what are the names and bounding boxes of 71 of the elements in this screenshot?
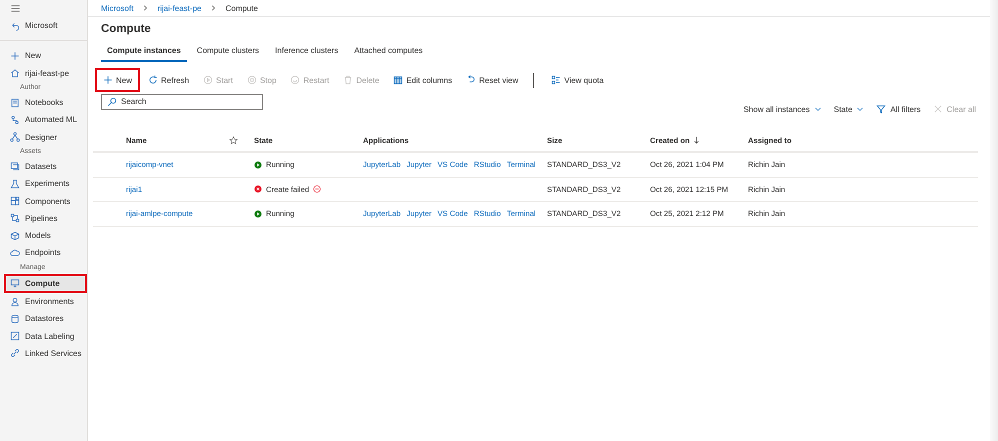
sort-down-arrow-icon (694, 136, 699, 144)
columns-icon (393, 75, 404, 85)
sidebar-item[interactable]: Automated ML (0, 111, 83, 128)
minus-circle-icon[interactable] (313, 185, 322, 194)
sidebar-item[interactable]: Pipelines (0, 210, 83, 227)
sidebar-item[interactable]: Components (0, 192, 83, 210)
chevron-down-icon (814, 105, 822, 113)
chevron-right-icon (210, 5, 216, 11)
toolbar-button[interactable]: Refresh (143, 71, 194, 89)
grid-icon (10, 196, 20, 206)
play-icon (203, 75, 214, 85)
search-input[interactable]: Search (121, 97, 251, 106)
toolbar-button[interactable]: Edit columns (388, 71, 458, 89)
back-arrow-icon (10, 20, 20, 31)
database-icon (10, 314, 20, 324)
trash-icon (343, 75, 354, 85)
sidebar-item[interactable]: rijai-feast-pe (0, 64, 83, 82)
undo-icon (466, 75, 476, 85)
sidebar-item[interactable]: Designer (0, 128, 83, 146)
sidebar-item[interactable]: Data Labeling (0, 327, 83, 345)
tab[interactable]: Attached computes (348, 46, 429, 62)
sidebar-item[interactable]: Datastores (0, 310, 83, 328)
pipeline-icon (10, 213, 20, 224)
person-icon (10, 296, 20, 306)
sidebar-item[interactable]: Experiments (0, 175, 83, 192)
filter-button[interactable]: State (832, 102, 866, 116)
sidebar-item[interactable]: New (0, 47, 83, 65)
flask-icon (10, 178, 20, 189)
hierarchy-icon (10, 132, 20, 142)
refresh-icon (148, 75, 158, 85)
search-field[interactable]: Search (101, 94, 263, 110)
chevron-down-icon (856, 105, 864, 113)
close-icon (932, 104, 943, 114)
flow-icon (10, 114, 20, 125)
breadcrumb-current: Compute (225, 4, 258, 12)
sidebar-item[interactable]: Datasets (0, 158, 83, 176)
menu-icon[interactable] (10, 3, 21, 14)
cloud-icon (10, 248, 20, 258)
stop-icon (246, 75, 257, 85)
page-title: Compute (101, 23, 152, 37)
home-icon (10, 68, 20, 78)
sidebar-item[interactable]: Models (0, 226, 83, 244)
search-icon (107, 96, 117, 106)
filter-icon (876, 104, 886, 114)
sidebar-item[interactable]: Linked Services (0, 344, 83, 362)
toolbar-button[interactable]: View quota (546, 71, 609, 89)
star-icon[interactable] (229, 136, 238, 144)
plus-icon (10, 50, 20, 61)
sidebar-item[interactable]: Compute (5, 274, 86, 292)
tab[interactable]: Compute clusters (190, 46, 266, 62)
breadcrumb-link[interactable]: rijai-feast-pe (157, 4, 202, 12)
filter-button[interactable]: All filters (874, 102, 923, 116)
toolbar-button[interactable]: Reset view (461, 71, 524, 89)
toolbar-button[interactable]: New (96, 69, 140, 91)
chevron-right-icon (142, 5, 148, 11)
filter-button[interactable]: Show all instances (741, 102, 824, 116)
sidebar-item[interactable]: Notebooks (0, 94, 83, 112)
tab[interactable]: Inference clusters (269, 46, 344, 62)
pencil-icon (10, 331, 20, 342)
list-icon (551, 75, 562, 85)
dataset-icon (10, 161, 20, 172)
back-link[interactable]: Microsoft (0, 17, 83, 34)
notebook-icon (10, 98, 20, 108)
monitor-icon (10, 278, 20, 288)
cube-icon (10, 230, 20, 241)
link-icon (10, 348, 20, 358)
tab[interactable]: Compute instances (101, 46, 187, 62)
sidebar-item[interactable]: Endpoints (0, 244, 83, 262)
plus-icon (103, 75, 113, 85)
breadcrumb-link[interactable]: Microsoft (101, 4, 134, 12)
sidebar-item[interactable]: Environments (0, 292, 83, 310)
